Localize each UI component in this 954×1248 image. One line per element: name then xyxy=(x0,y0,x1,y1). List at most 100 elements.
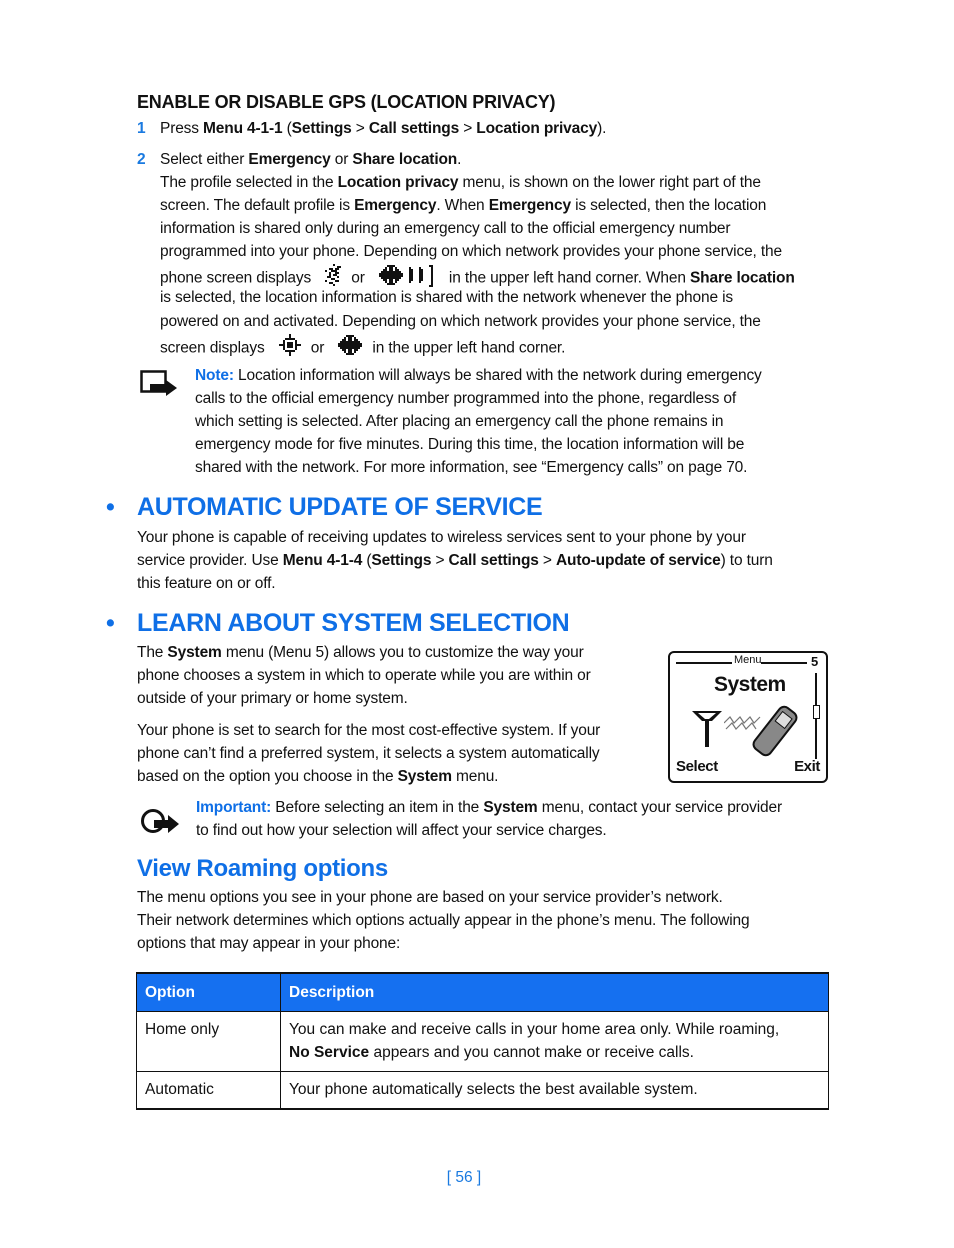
body-line: options that may appear in your phone: xyxy=(137,935,401,952)
text: or xyxy=(330,151,353,168)
important-icon xyxy=(140,808,180,841)
text-bold: Auto-update of service xyxy=(555,552,721,569)
option-share-location: Share location xyxy=(352,151,458,168)
step-number: 1 xyxy=(137,120,146,137)
text: menu, contact your service provider xyxy=(537,799,782,816)
mobile-phone-icon xyxy=(750,703,800,764)
phone-title: System xyxy=(714,673,786,696)
text: ( xyxy=(282,120,292,137)
text-bold: Share location xyxy=(689,269,795,287)
note-label: Note: xyxy=(195,367,234,384)
gps-share-icon-a xyxy=(278,334,301,363)
note-line: Note: Location information will always b… xyxy=(195,364,762,387)
note-icon xyxy=(140,370,178,401)
text: screen displays xyxy=(160,339,265,357)
body-line: Your phone is set to search for the most… xyxy=(137,722,601,739)
text: ). xyxy=(597,120,607,137)
note-line: emergency mode for five minutes. During … xyxy=(195,436,745,453)
text: menu. xyxy=(451,768,499,785)
text: menu, is shown on the lower right part o… xyxy=(458,174,761,191)
option-cell: Home only xyxy=(136,1011,281,1072)
body-line: The menu options you see in your phone a… xyxy=(137,889,723,906)
text: is selected, then the location xyxy=(570,197,767,214)
auto-update-heading: • AUTOMATIC UPDATE OF SERVICE xyxy=(106,493,543,522)
gps-share-icon-b xyxy=(338,333,364,364)
important-line: Important: Before selecting an item in t… xyxy=(196,796,782,819)
scrollbar-thumb xyxy=(813,705,820,719)
heading-text: LEARN ABOUT SYSTEM SELECTION xyxy=(137,609,570,637)
para-line: programmed into your phone. Depending on… xyxy=(160,243,782,260)
text-bold: Settings xyxy=(371,552,432,569)
step-number: 2 xyxy=(137,151,146,168)
body-line: Your phone is capable of receiving updat… xyxy=(137,529,746,546)
menu-path-call-settings: Call settings xyxy=(368,120,460,137)
text: or xyxy=(351,269,365,287)
body-line: service provider. Use Menu 4-1-4 (Settin… xyxy=(137,549,773,572)
antenna-icon xyxy=(690,709,724,752)
note-line: calls to the official emergency number p… xyxy=(195,390,736,407)
table-row: Automatic Your phone automatically selec… xyxy=(136,1071,829,1110)
text-bold: System xyxy=(483,799,538,816)
phone-softkey-exit: Exit xyxy=(794,758,820,775)
text-bold: System xyxy=(397,768,452,785)
option-cell: Automatic xyxy=(136,1071,281,1110)
text: appears and you cannot make or receive c… xyxy=(369,1044,694,1061)
text: screen. The default profile is xyxy=(160,197,355,214)
phone-screen-illustration: Menu 5 System Select Exit xyxy=(668,651,828,783)
text: You can make and receive calls in your h… xyxy=(289,1021,780,1038)
menu-path-settings: Settings xyxy=(291,120,352,137)
text: The profile selected in the xyxy=(160,174,338,191)
menu-code: Menu 4-1-1 xyxy=(203,120,283,137)
text: . When xyxy=(436,197,489,214)
phone-softkey-select: Select xyxy=(676,758,718,775)
text-bold: No Service xyxy=(289,1044,370,1061)
text: > xyxy=(351,120,369,137)
text: phone screen displays xyxy=(160,269,312,287)
body-line: phone can’t find a preferred system, it … xyxy=(137,745,600,762)
note-line: which setting is selected. After placing… xyxy=(195,413,724,430)
text: in the upper left hand corner. When xyxy=(448,269,690,287)
manual-page: ENABLE OR DISABLE GPS (LOCATION PRIVACY)… xyxy=(0,0,954,1248)
body-line: outside of your primary or home system. xyxy=(137,690,408,707)
body-line: Their network determines which options a… xyxy=(137,912,750,929)
roaming-heading: View Roaming options xyxy=(137,855,388,882)
menu-path-location-privacy: Location privacy xyxy=(476,120,598,137)
text: ( xyxy=(362,552,372,569)
text: Select either xyxy=(160,151,249,168)
body-line: this feature on or off. xyxy=(137,575,276,592)
body-line: The System menu (Menu 5) allows you to c… xyxy=(137,641,584,664)
table-row: Home only You can make and receive calls… xyxy=(136,1011,829,1072)
phone-menu-number: 5 xyxy=(811,654,819,669)
heading-text: AUTOMATIC UPDATE OF SERVICE xyxy=(137,493,543,521)
menu-code: Menu 4-1-4 xyxy=(282,552,363,569)
text: > xyxy=(431,552,449,569)
phone-menu-label: Menu xyxy=(734,654,762,666)
option-emergency: Emergency xyxy=(248,151,331,168)
page-number: [ 56 ] xyxy=(446,1169,482,1186)
table-header-row: Option Description xyxy=(136,972,829,1012)
text: ) to turn xyxy=(720,552,773,569)
text: > xyxy=(538,552,556,569)
text: Location information will always be shar… xyxy=(233,367,762,384)
text: or xyxy=(310,339,325,357)
note-line: shared with the network. For more inform… xyxy=(195,459,748,476)
para-line: The profile selected in the Location pri… xyxy=(160,171,761,194)
text: Press xyxy=(160,120,204,137)
para-line: screen displays or in the upper left han… xyxy=(160,333,565,364)
text: service provider. Use xyxy=(137,552,283,569)
important-label: Important: xyxy=(196,799,272,816)
divider xyxy=(761,662,807,664)
body-line: phone chooses a system in which to opera… xyxy=(137,667,591,684)
text: Before selecting an item in the xyxy=(271,799,484,816)
gps-section-heading: ENABLE OR DISABLE GPS (LOCATION PRIVACY) xyxy=(137,92,556,112)
text-bold: System xyxy=(167,644,222,661)
description-cell: You can make and receive calls in your h… xyxy=(280,1011,829,1072)
important-line: to find out how your selection will affe… xyxy=(196,822,607,839)
text: in the upper left hand corner. xyxy=(372,339,566,357)
bullet: • xyxy=(106,493,115,521)
text-bold: Emergency xyxy=(354,197,437,214)
text: The xyxy=(137,644,168,661)
text: > xyxy=(459,120,477,137)
para-line: screen. The default profile is Emergency… xyxy=(160,194,766,217)
bullet: • xyxy=(106,609,115,637)
